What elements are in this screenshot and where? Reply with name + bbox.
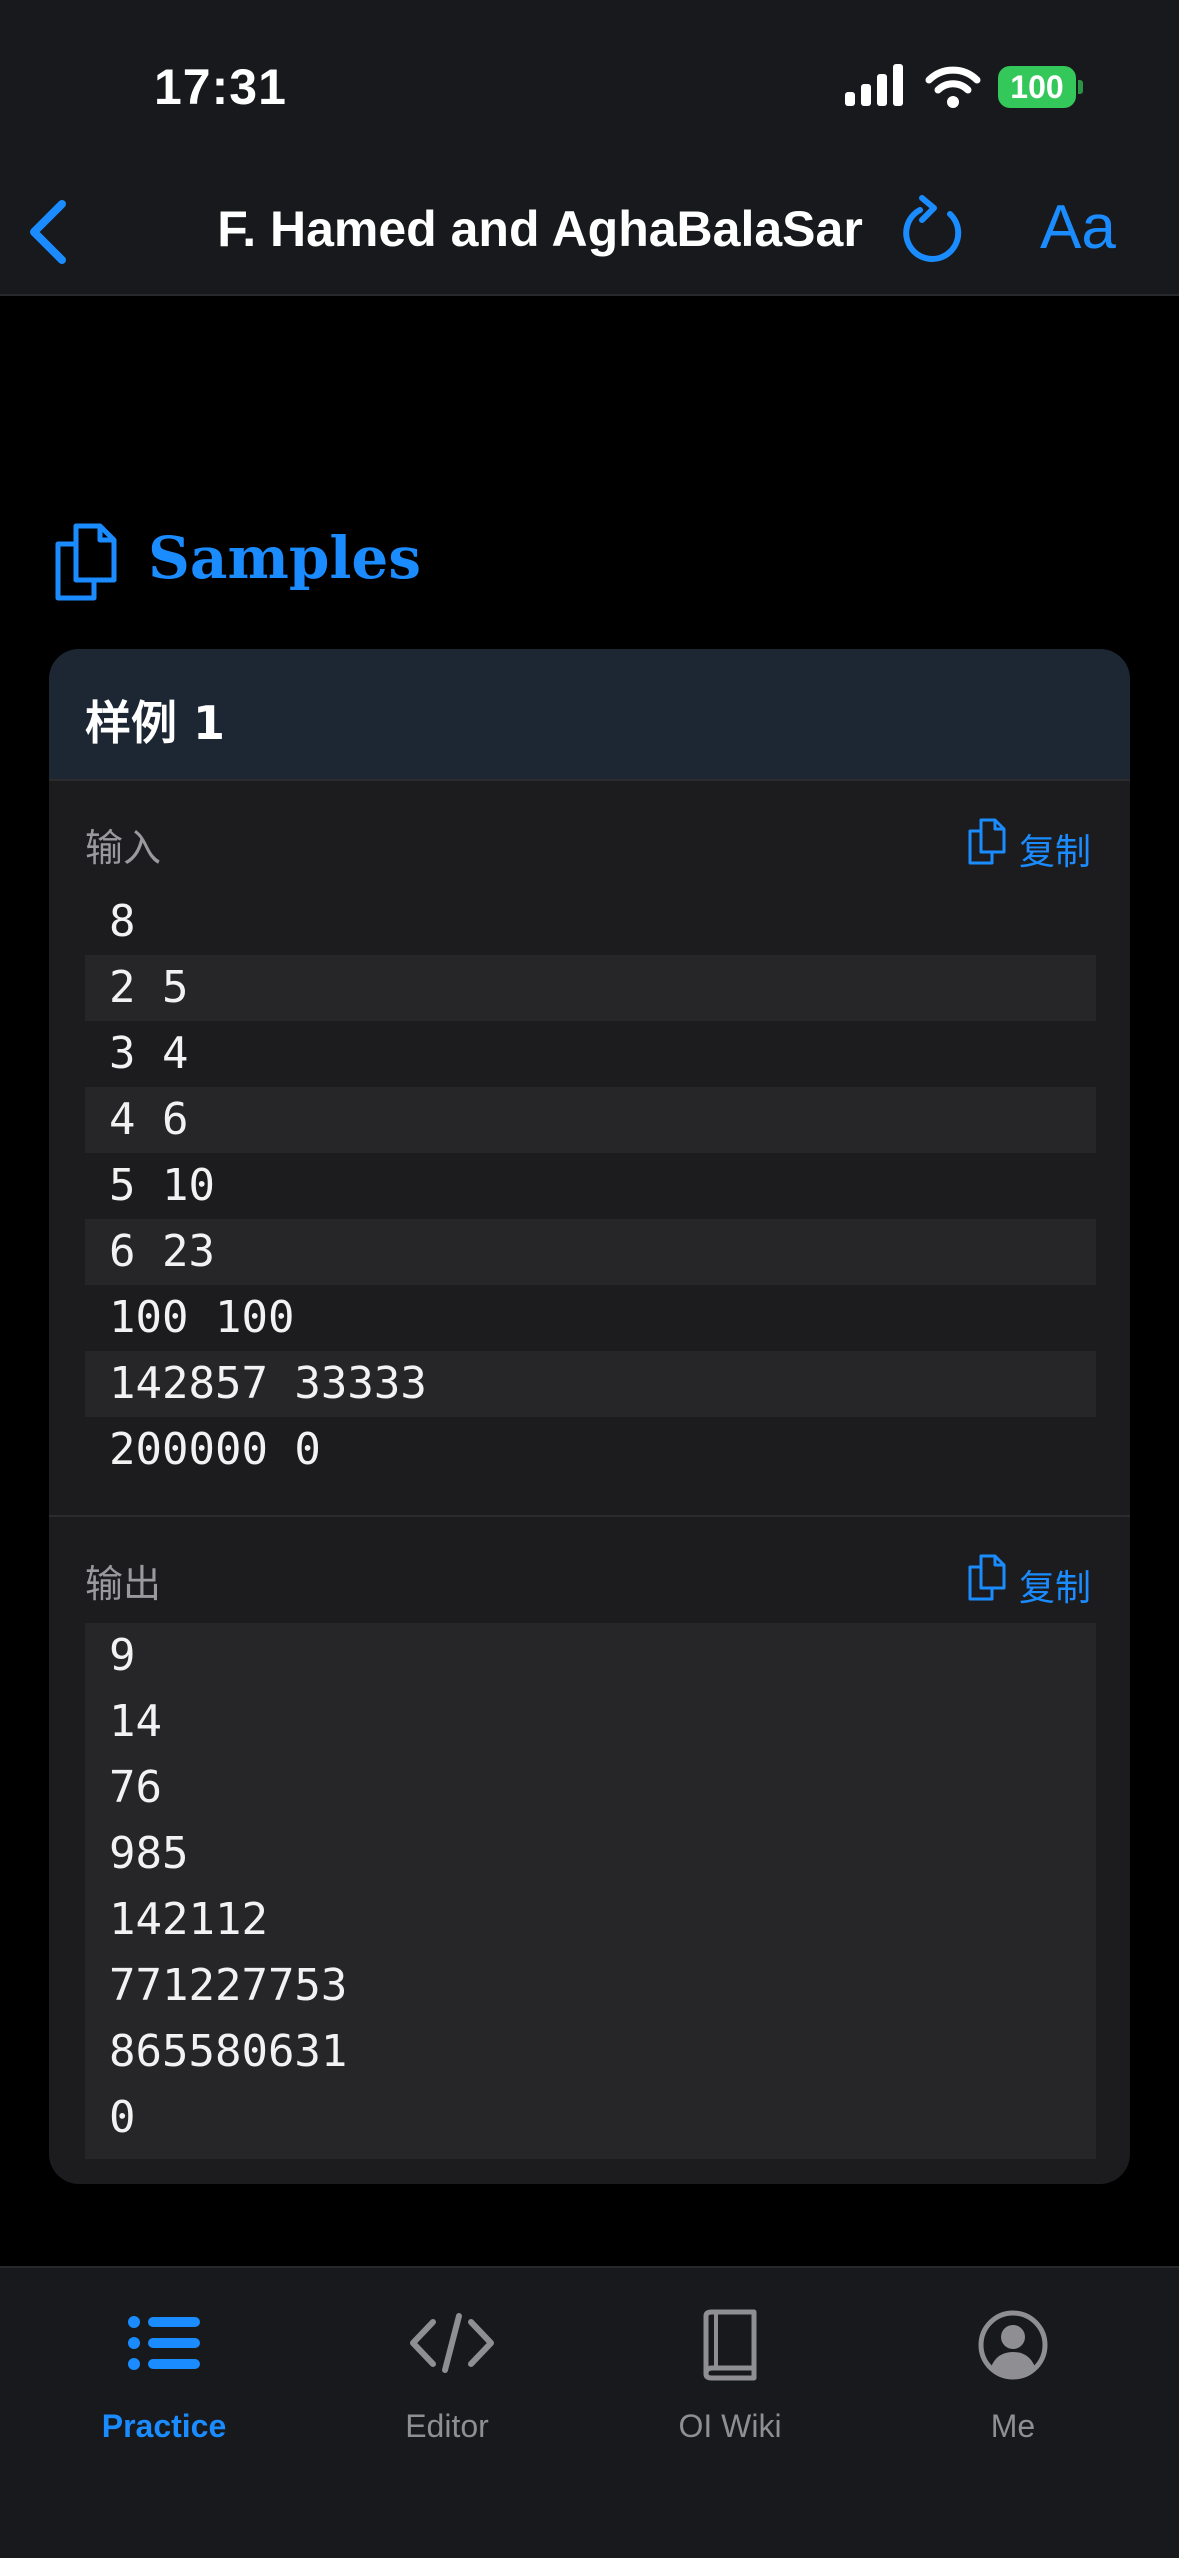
cellular-signal-icon — [845, 64, 903, 106]
divider — [49, 1515, 1130, 1517]
input-line: 100 100 — [109, 1292, 295, 1343]
tab-practice[interactable]: Practice — [64, 2308, 264, 2458]
navigation-bar: F. Hamed and AghaBalaSar Aa — [0, 170, 1179, 296]
input-line: 8 — [109, 896, 136, 947]
output-line: 0 — [109, 2092, 136, 2143]
font-size-button[interactable]: Aa — [1040, 192, 1116, 263]
battery-indicator: 100 — [998, 66, 1076, 108]
battery-tip — [1078, 80, 1083, 94]
input-line: 4 6 — [85, 1087, 1096, 1153]
sample-card: 样例 1 输入 复制 8 2 5 3 4 4 6 5 10 6 23 100 1… — [49, 649, 1130, 2184]
wifi-icon — [925, 66, 981, 108]
refresh-icon[interactable] — [898, 190, 968, 270]
output-line: 985 — [109, 1828, 189, 1879]
output-line: 142112 — [109, 1894, 268, 1945]
input-label: 输入 — [85, 828, 162, 870]
input-line: 142857 33333 — [85, 1351, 1096, 1417]
status-time: 17:31 — [154, 59, 287, 115]
input-line: 200000 0 — [109, 1424, 321, 1475]
tab-me[interactable]: Me — [913, 2308, 1113, 2458]
back-chevron-icon[interactable] — [18, 192, 78, 272]
sample-card-header: 样例 1 — [49, 649, 1130, 781]
tab-oi-wiki[interactable]: OI Wiki — [630, 2308, 830, 2458]
section-title: Samples — [148, 524, 421, 592]
sample-title: 样例 1 — [85, 696, 226, 750]
output-line: 9 — [109, 1630, 136, 1681]
status-bar: 17:31 100 — [0, 0, 1179, 170]
output-code-block[interactable]: 9 14 76 985 142112 771227753 865580631 0 — [85, 1623, 1096, 2159]
output-line: 865580631 — [109, 2026, 348, 2077]
documents-icon — [55, 523, 117, 601]
input-line: 6 23 — [85, 1219, 1096, 1285]
page-title: F. Hamed and AghaBalaSar — [217, 201, 863, 257]
person-icon — [978, 2310, 1048, 2380]
copy-output-label: 复制 — [1019, 1567, 1092, 1608]
copy-input-button[interactable]: 复制 — [967, 813, 1097, 873]
copy-icon — [968, 1554, 1006, 1601]
book-icon — [703, 2309, 757, 2381]
tab-editor[interactable]: Editor — [347, 2308, 547, 2458]
input-code-block[interactable]: 8 2 5 3 4 4 6 5 10 6 23 100 100 142857 3… — [85, 889, 1096, 1483]
code-icon — [410, 2313, 494, 2373]
output-line: 771227753 — [109, 1960, 348, 2011]
tab-label: Practice — [101, 2408, 227, 2444]
output-line: 76 — [109, 1762, 162, 1813]
input-line: 2 5 — [85, 955, 1096, 1021]
tab-label: OI Wiki — [678, 2408, 782, 2444]
copy-output-button[interactable]: 复制 — [967, 1549, 1097, 1609]
tab-bar: Practice Editor OI Wiki Me — [0, 2266, 1179, 2558]
output-label: 输出 — [85, 1564, 162, 1606]
tab-label: Me — [990, 2408, 1036, 2444]
list-icon — [128, 2316, 200, 2370]
copy-icon — [968, 818, 1006, 865]
tab-label: Editor — [405, 2408, 489, 2444]
output-line: 14 — [109, 1696, 162, 1747]
input-line: 5 10 — [109, 1160, 215, 1211]
copy-input-label: 复制 — [1019, 831, 1092, 872]
input-line: 3 4 — [109, 1028, 189, 1079]
